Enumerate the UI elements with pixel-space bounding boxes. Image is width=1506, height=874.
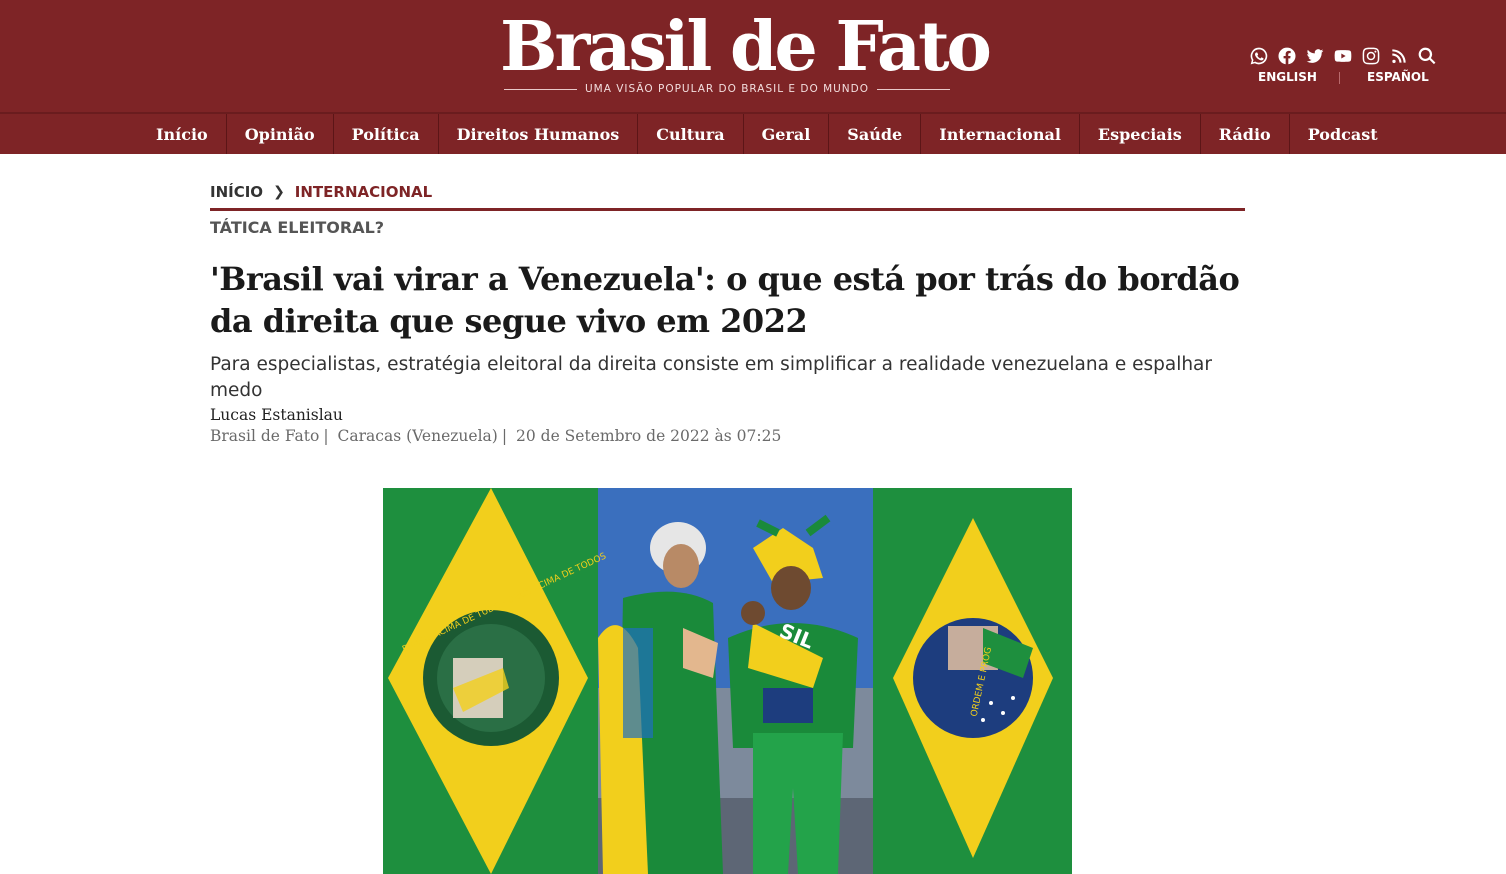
nav-item-cultura[interactable]: Cultura: [638, 114, 744, 154]
nav-item-politica[interactable]: Política: [334, 114, 439, 154]
nav-item-podcast[interactable]: Podcast: [1290, 114, 1396, 154]
nav-item-inicio[interactable]: Início: [138, 114, 227, 154]
instagram-icon[interactable]: [1360, 45, 1382, 67]
meta-location: Caracas (Venezuela): [337, 427, 498, 445]
youtube-icon[interactable]: [1332, 45, 1354, 67]
meta-outlet: Brasil de Fato: [210, 427, 320, 445]
breadcrumb: INÍCIO ❯ INTERNACIONAL: [210, 183, 432, 201]
article-author[interactable]: Lucas Estanislau: [210, 406, 343, 424]
nav-item-geral[interactable]: Geral: [744, 114, 830, 154]
breadcrumb-divider: [210, 208, 1245, 211]
site-logo[interactable]: Brasil de Fato UMA VISÃO POPULAR DO BRAS…: [500, 7, 992, 100]
meta-separator: |: [323, 427, 329, 445]
article-photo: BRASIL ACIMA DE TUDO · DEUS ACIMA DE TOD…: [383, 488, 1072, 874]
tagline-rule-left: [504, 88, 577, 90]
logo-text: Brasil de Fato: [500, 7, 992, 87]
language-spanish-link[interactable]: ESPAÑOL: [1367, 70, 1429, 84]
nav-list: Início Opinião Política Direitos Humanos…: [138, 114, 1396, 154]
social-icons: [1248, 44, 1438, 68]
meta-separator: |: [501, 427, 508, 445]
rss-icon[interactable]: [1388, 45, 1410, 67]
nav-item-saude[interactable]: Saúde: [829, 114, 922, 154]
site-header: Brasil de Fato UMA VISÃO POPULAR DO BRAS…: [0, 0, 1506, 112]
nav-item-direitos-humanos[interactable]: Direitos Humanos: [439, 114, 639, 154]
breadcrumb-home-link[interactable]: INÍCIO: [210, 183, 263, 201]
facebook-icon[interactable]: [1276, 45, 1298, 67]
article-meta: Brasil de Fato | Caracas (Venezuela) | 20 …: [210, 427, 785, 445]
language-english-link[interactable]: ENGLISH: [1258, 70, 1317, 84]
whatsapp-icon[interactable]: [1248, 45, 1270, 67]
nav-item-radio[interactable]: Rádio: [1201, 114, 1290, 154]
twitter-icon[interactable]: [1304, 45, 1326, 67]
breadcrumb-section-link[interactable]: INTERNACIONAL: [295, 183, 432, 201]
tagline-rule-right: [877, 88, 950, 90]
nav-item-especiais[interactable]: Especiais: [1080, 114, 1201, 154]
article-headline: 'Brasil vai virar a Venezuela': o que es…: [210, 260, 1240, 340]
nav-item-internacional[interactable]: Internacional: [921, 114, 1080, 154]
search-icon[interactable]: [1416, 45, 1438, 67]
article-subhead: Para especialistas, estratégia eleitoral…: [210, 354, 1212, 401]
nav-item-opiniao[interactable]: Opinião: [227, 114, 334, 154]
meta-date: 20 de Setembro de 2022 às 07:25: [516, 427, 782, 445]
tagline-row: UMA VISÃO POPULAR DO BRASIL E DO MUNDO: [504, 82, 950, 96]
tagline: UMA VISÃO POPULAR DO BRASIL E DO MUNDO: [584, 83, 870, 95]
main-nav: Início Opinião Política Direitos Humanos…: [0, 112, 1506, 154]
chevron-right-icon: ❯: [273, 184, 285, 200]
language-divider: [1339, 72, 1340, 84]
article-kicker: TÁTICA ELEITORAL?: [210, 218, 385, 237]
